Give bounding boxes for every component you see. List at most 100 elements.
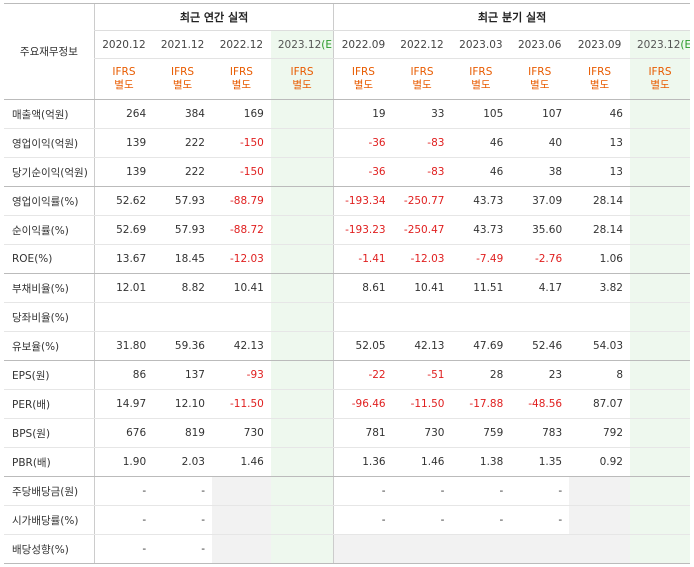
quarter-value-cell: -83: [392, 157, 452, 187]
annual-value-cell: [270, 99, 334, 129]
annual-value-cell: 222: [153, 128, 212, 158]
annual-value-cell: -150: [211, 157, 271, 187]
financial-summary-table: 주요재무정보 최근 연간 실적 최근 분기 실적 2020.12 2021.12 2…: [4, 3, 690, 564]
quarter-value-cell: 35.60: [510, 215, 570, 245]
quarter-value-cell: 38: [510, 157, 570, 187]
quarter-value-cell: -193.34: [333, 186, 393, 216]
table-row: EPS(원) 86 137 -93 -22 -51 28 23 8: [4, 360, 690, 390]
quarter-value-cell: 40: [510, 128, 570, 158]
quarter-value-cell: 46: [451, 157, 511, 187]
quarter-value-cell: 1.36: [333, 447, 393, 477]
annual-value-cell: 384: [153, 99, 212, 129]
annual-value-cell: [270, 476, 334, 506]
quarter-value-cell: 33: [392, 99, 452, 129]
quarter-value-cell: -: [451, 505, 511, 535]
table-body: 매출액(억원) 264 384 169 19 33 105 107 46 영업이익(억원) 139 2…: [4, 99, 690, 564]
annual-value-cell: -150: [211, 128, 271, 158]
row-label: ROE(%): [4, 244, 95, 274]
quarter-value-cell: 0.92: [569, 447, 630, 477]
annual-value-cell: [211, 302, 271, 332]
ifrs-badge: IFRS 별도: [211, 58, 271, 100]
annual-value-cell: 264: [93, 99, 154, 129]
table-row: ROE(%) 13.67 18.45 -12.03 -1.41 -12.03 -7.49 -2…: [4, 244, 690, 274]
quarter-value-cell: [630, 302, 690, 332]
quarter-value-cell: [630, 128, 690, 158]
quarter-value-cell: 28: [451, 360, 511, 390]
annual-value-cell: 42.13: [211, 331, 271, 361]
quarter-value-cell: [569, 505, 630, 535]
quarter-value-cell: -7.49: [451, 244, 511, 274]
ifrs-badge: IFRS 별도: [569, 58, 630, 100]
ifrs-label: IFRS: [410, 66, 434, 78]
annual-value-cell: [211, 476, 271, 506]
row-label: 영업이익(억원): [4, 128, 95, 158]
ifrs-badge: IFRS 별도: [510, 58, 570, 100]
annual-value-cell: -88.72: [211, 215, 271, 245]
quarter-value-cell: [392, 302, 452, 332]
ifrs-label: IFRS: [351, 66, 375, 78]
ifrs-badge: IFRS 별도: [333, 58, 393, 100]
quarter-value-cell: 11.51: [451, 273, 511, 303]
quarter-value-cell: -48.56: [510, 389, 570, 419]
quarter-value-cell: -1.41: [333, 244, 393, 274]
annual-value-cell: 86: [93, 360, 154, 390]
annual-value-cell: [270, 389, 334, 419]
quarter-value-cell: [569, 476, 630, 506]
ifrs-label: IFRS: [229, 66, 253, 78]
period-header: 2023.06: [510, 30, 570, 59]
quarter-value-cell: -: [451, 476, 511, 506]
table-row: 부채비율(%) 12.01 8.82 10.41 8.61 10.41 11.51 4.17 3…: [4, 273, 690, 303]
annual-value-cell: 137: [153, 360, 212, 390]
ifrs-label: IFRS: [290, 66, 314, 78]
quarter-value-cell: [333, 534, 393, 564]
separate-label: 별도: [114, 79, 134, 91]
ifrs-label: IFRS: [588, 66, 612, 78]
annual-value-cell: 57.93: [153, 215, 212, 245]
period-header: 2023.12(E): [270, 30, 334, 59]
quarter-value-cell: 46: [569, 99, 630, 129]
quarter-value-cell: -: [510, 505, 570, 535]
annual-value-cell: 31.80: [93, 331, 154, 361]
quarter-value-cell: 105: [451, 99, 511, 129]
annual-value-cell: 59.36: [153, 331, 212, 361]
annual-value-cell: 52.62: [93, 186, 154, 216]
table-row: 당좌비율(%): [4, 302, 690, 332]
annual-value-cell: -: [153, 505, 212, 535]
quarter-value-cell: [392, 534, 452, 564]
table-row: 시가배당률(%) - - - - - -: [4, 505, 690, 535]
ifrs-label: IFRS: [528, 66, 552, 78]
table-row: 매출액(억원) 264 384 169 19 33 105 107 46: [4, 99, 690, 129]
ifrs-label: IFRS: [648, 66, 672, 78]
row-label: PBR(배): [4, 447, 95, 477]
quarter-value-cell: 23: [510, 360, 570, 390]
quarter-value-cell: 759: [451, 418, 511, 448]
annual-value-cell: 676: [93, 418, 154, 448]
annual-value-cell: [270, 534, 334, 564]
quarter-value-cell: [630, 273, 690, 303]
row-label: 유보율(%): [4, 331, 95, 361]
row-label: 시가배당률(%): [4, 505, 95, 535]
ifrs-badge: IFRS 별도: [630, 58, 690, 100]
annual-value-cell: [270, 302, 334, 332]
quarter-value-cell: 10.41: [392, 273, 452, 303]
annual-value-cell: -: [153, 476, 212, 506]
annual-value-cell: [270, 273, 334, 303]
quarter-value-cell: [630, 244, 690, 274]
quarter-value-cell: -17.88: [451, 389, 511, 419]
annual-value-cell: [270, 447, 334, 477]
quarter-value-cell: 730: [392, 418, 452, 448]
annual-value-cell: 13.67: [93, 244, 154, 274]
quarter-value-cell: 52.46: [510, 331, 570, 361]
quarter-value-cell: 43.73: [451, 186, 511, 216]
annual-value-cell: 819: [153, 418, 212, 448]
annual-value-cell: 57.93: [153, 186, 212, 216]
row-label: 매출액(억원): [4, 99, 95, 129]
quarter-value-cell: [569, 534, 630, 564]
quarter-value-cell: -193.23: [333, 215, 393, 245]
quarter-value-cell: [569, 302, 630, 332]
annual-value-cell: [270, 128, 334, 158]
quarter-value-cell: 19: [333, 99, 393, 129]
row-label: 배당성향(%): [4, 534, 95, 564]
quarter-value-cell: 47.69: [451, 331, 511, 361]
ifrs-label: IFRS: [469, 66, 493, 78]
